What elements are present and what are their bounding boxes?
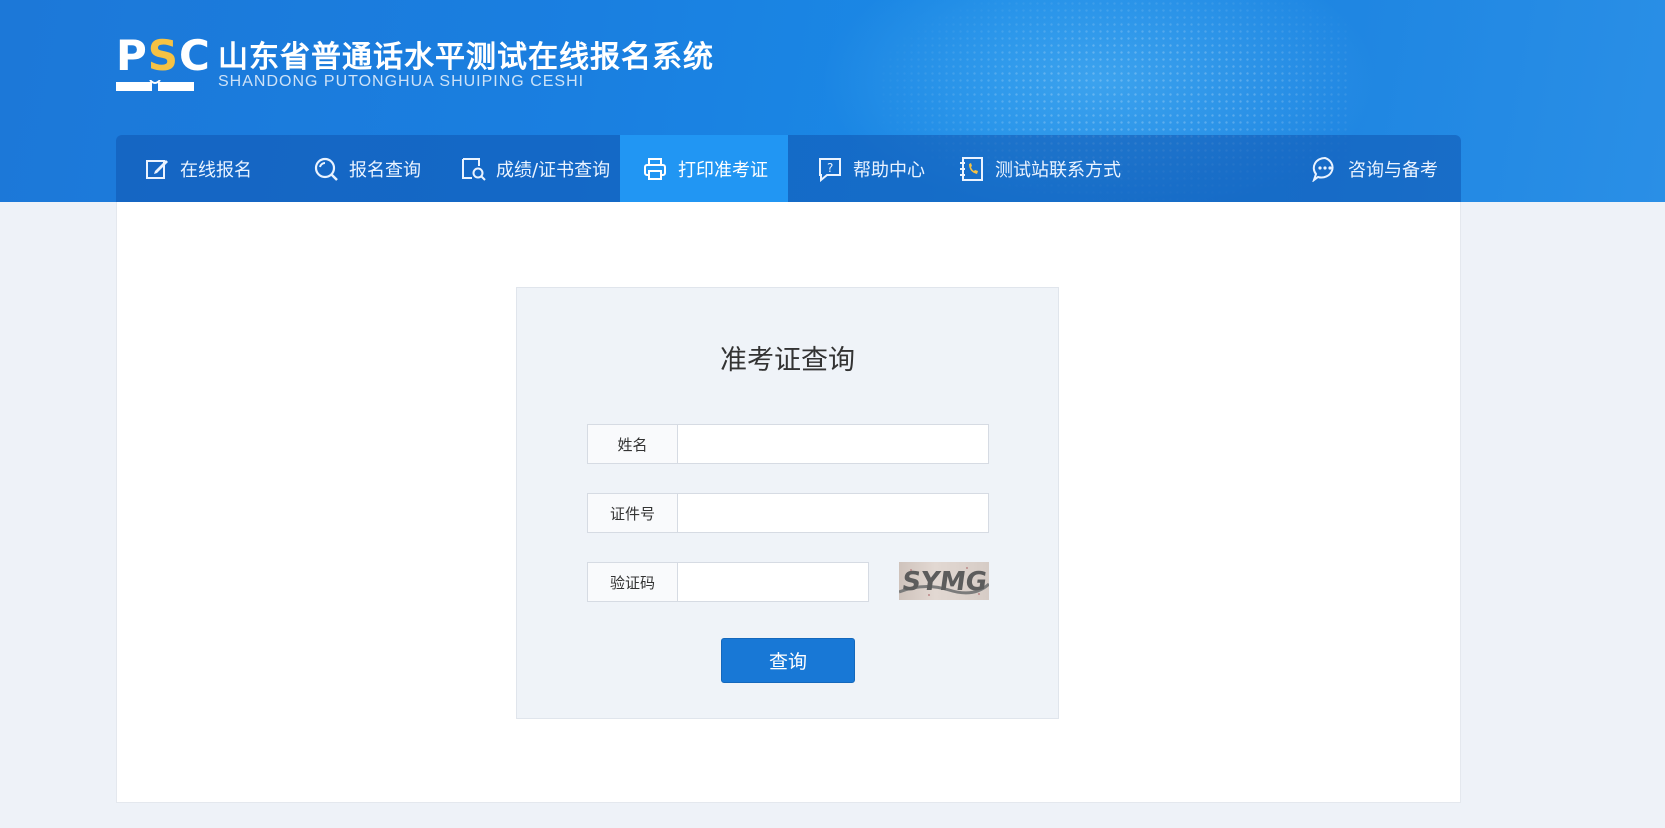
captcha-text: SYMG (900, 567, 989, 597)
header-banner: PSC 山东省普通话水平测试在线报名系统 SHANDONG PUTONGHUA … (0, 0, 1665, 202)
logo-letter-p: P (116, 31, 148, 80)
nav-item-score-certificate-query[interactable]: 成绩/证书查询 (460, 135, 610, 202)
nav-item-consultation-preparation[interactable]: 咨询与备考 (1312, 135, 1438, 202)
main-content: 准考证查询 姓名 证件号 验证码 SYMG 查询 (116, 202, 1461, 803)
main-nav: 在线报名 报名查询 成绩/证书查询 打印准考证 ? 帮助中心 测试站联系方式 咨… (116, 135, 1461, 202)
name-input[interactable] (678, 424, 989, 464)
panel-title: 准考证查询 (720, 345, 855, 376)
site-subtitle: SHANDONG PUTONGHUA SHUIPING CESHI (218, 73, 585, 90)
nav-item-registration-query[interactable]: 报名查询 (313, 135, 421, 202)
logo-letter-c: C (179, 31, 211, 80)
captcha-graphic: SYMG (899, 567, 989, 597)
printer-icon (644, 157, 666, 180)
nav-label: 打印准考证 (678, 159, 768, 181)
id-number-field: 证件号 (587, 493, 989, 533)
nav-label: 帮助中心 (853, 159, 925, 181)
nav-label: 报名查询 (349, 159, 421, 181)
nav-item-help-center[interactable]: ? 帮助中心 (817, 135, 925, 202)
chat-bubble-icon (1312, 156, 1334, 182)
captcha-label: 验证码 (587, 562, 678, 602)
captcha-image[interactable]: SYMG (899, 562, 989, 600)
edit-icon (146, 159, 168, 179)
name-label: 姓名 (587, 424, 678, 464)
nav-label: 在线报名 (180, 159, 252, 181)
help-icon: ? (819, 157, 841, 182)
logo-letter-s: S (147, 31, 180, 80)
nav-item-online-registration[interactable]: 在线报名 (144, 135, 252, 202)
id-number-label: 证件号 (587, 493, 678, 533)
admission-ticket-query-panel: 准考证查询 姓名 证件号 验证码 SYMG 查询 (516, 287, 1059, 719)
certificate-search-icon (462, 157, 486, 181)
nav-label: 咨询与备考 (1348, 159, 1438, 181)
nav-label: 测试站联系方式 (995, 159, 1121, 181)
book-icon (116, 80, 194, 91)
nav-item-test-station-contacts[interactable]: 测试站联系方式 (959, 135, 1121, 202)
site-title: 山东省普通话水平测试在线报名系统 (218, 40, 714, 75)
nav-label: 成绩/证书查询 (496, 159, 611, 181)
psc-logo[interactable]: PSC (116, 31, 210, 92)
logo-letters: PSC (116, 31, 210, 80)
svg-text:?: ? (827, 161, 833, 175)
captcha-field: 验证码 (587, 562, 869, 602)
search-icon (314, 157, 338, 181)
captcha-input[interactable] (678, 562, 869, 602)
name-field: 姓名 (587, 424, 989, 464)
id-number-input[interactable] (678, 493, 989, 533)
contact-book-icon (960, 156, 983, 181)
query-button[interactable]: 查询 (721, 638, 855, 683)
nav-item-print-admission-ticket[interactable]: 打印准考证 (620, 135, 788, 202)
